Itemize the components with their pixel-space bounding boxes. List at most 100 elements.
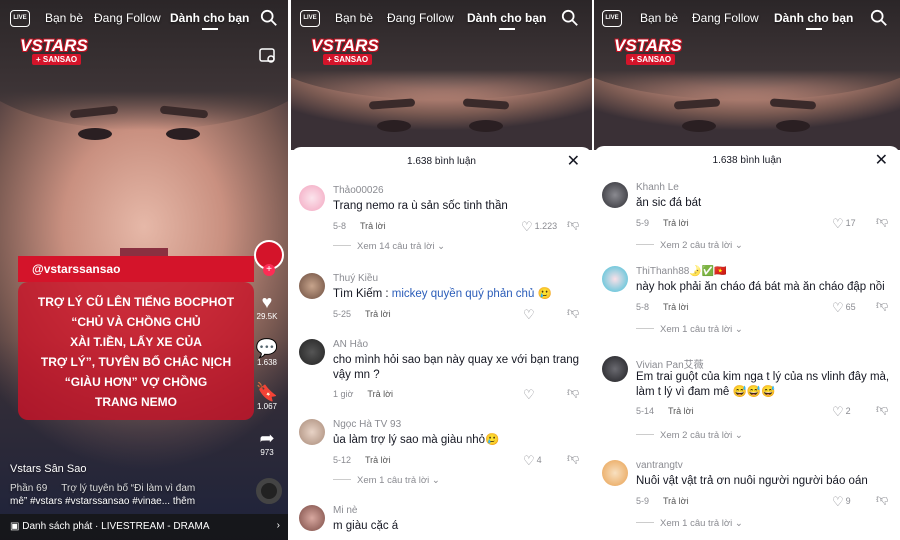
reply-button[interactable]: Trả lời [668,406,694,416]
caption-line: “CHỦ VÀ CHỒNG CHỦ [71,315,201,329]
avatar[interactable] [602,356,628,382]
like-button[interactable]: ♡ 17 [832,216,856,232]
comment-time: 5-9 [636,496,650,506]
avatar[interactable] [602,460,628,486]
view-replies-label: Xem 2 câu trả lời [660,430,733,441]
like-count: 29.5K [256,312,278,321]
share-button[interactable]: ➦ 973 [252,428,282,457]
avatar[interactable] [602,266,628,292]
view-replies-button[interactable]: Xem 1 câu trả lời ⌄ [333,475,440,486]
comment-count-title: 1.638 bình luận [407,156,476,167]
search-icon[interactable] [561,9,579,27]
tab-for-you[interactable]: Dành cho bạn [467,11,546,30]
comment-text: ăn sic đá bát [636,197,702,209]
like-button[interactable]: ♡ [523,387,537,403]
view-replies-button[interactable]: Xem 14 câu trả lời ⌄ [333,241,445,252]
view-replies-button[interactable]: Xem 2 câu trả lời ⌄ [636,430,743,441]
playlist-bar[interactable]: ▣ Danh sách phát · LIVESTREAM - DRAMA › [0,514,288,540]
reply-button[interactable]: Trả lời [663,218,689,228]
comment-button[interactable]: 💬 1.638 [252,338,282,367]
tab-for-you[interactable]: Dành cho bạn [170,11,249,30]
follow-plus-icon[interactable]: + [263,264,275,276]
video-panel-2[interactable]: LIVE Bạn bè Đang Follow Dành cho bạn VST… [291,0,592,540]
avatar[interactable] [299,273,325,299]
live-icon[interactable]: LIVE [10,10,30,27]
close-icon[interactable]: ✕ [567,151,580,171]
like-button[interactable]: ♡ 2 [832,404,851,420]
like-button[interactable]: ♥ 29.5K [252,292,282,321]
save-button[interactable]: 🔖 1.067 [252,382,282,411]
reply-button[interactable]: Trả lời [365,309,391,319]
author-name[interactable]: Vstars Sân Sao [10,463,86,475]
tab-following[interactable]: Đang Follow [94,11,161,25]
desc-line-2[interactable]: mê” #vstars #vstarssansao #vinae... thêm [10,496,195,507]
dislike-icon[interactable]: 👎︎ [876,492,888,507]
search-icon[interactable] [870,9,888,27]
reply-button[interactable]: Trả lời [365,455,391,465]
close-icon[interactable]: ✕ [875,150,888,170]
video-handle: @vstarssansao [18,256,254,282]
reply-button[interactable]: Trả lời [663,496,689,506]
avatar[interactable] [299,185,325,211]
tab-following[interactable]: Đang Follow [692,11,759,25]
comment-author[interactable]: Mi nè [333,505,357,516]
comment-author[interactable]: Vivian Pan艾薇 [636,356,704,371]
heart-outline-icon: ♡ [523,387,535,402]
avatar[interactable] [299,505,325,531]
live-icon[interactable]: LIVE [602,10,622,27]
reply-button[interactable]: Trả lời [360,221,386,231]
dislike-icon[interactable]: 👎︎ [567,385,579,400]
comment-author[interactable]: vantrangtv [636,460,683,471]
dislike-icon[interactable]: 👎︎ [876,214,888,229]
comment-time: 5-14 [636,406,655,416]
tab-friends[interactable]: Bạn bè [640,11,678,25]
avatar[interactable] [299,419,325,445]
heart-outline-icon: ♡ [832,216,844,231]
dislike-icon[interactable]: 👎︎ [567,451,579,466]
tab-friends[interactable]: Bạn bè [335,11,373,25]
search-suggestion-link[interactable]: mickey quyền quý phản chủ [392,288,535,300]
like-button[interactable]: ♡ 4 [523,453,542,469]
dislike-icon[interactable]: 👎︎ [876,298,888,313]
comment-count: 1.638 [256,358,278,367]
video-panel-1[interactable]: LIVE Bạn bè Đang Follow Dành cho bạn VST… [0,0,288,540]
reply-button[interactable]: Trả lời [367,389,393,399]
view-replies-button[interactable]: Xem 1 câu trả lời ⌄ [636,518,743,529]
like-button[interactable]: ♡ 9 [832,494,851,510]
like-button[interactable]: ♡ 65 [832,300,856,316]
tab-friends[interactable]: Bạn bè [45,11,83,25]
comment-author[interactable]: Thuý Kiều [333,273,378,284]
video-eye [166,128,200,140]
tab-following[interactable]: Đang Follow [387,11,454,25]
comment-sheet-header: 1.638 bình luận ✕ [291,147,592,177]
tab-for-you[interactable]: Dành cho bạn [774,11,853,30]
live-icon[interactable]: LIVE [300,10,320,27]
comment-author[interactable]: AN Hảo [333,339,368,350]
music-disc-icon[interactable] [256,478,282,504]
avatar[interactable] [602,182,628,208]
dislike-icon[interactable]: 👎︎ [567,305,579,320]
search-icon[interactable] [260,9,278,27]
view-replies-button[interactable]: Xem 1 câu trả lời ⌄ [636,324,743,335]
part-number: Phần 69 [10,483,48,494]
comment-author[interactable]: Khanh Le [636,182,679,193]
like-button[interactable]: ♡ 1.223 [521,219,557,235]
video-panel-3[interactable]: LIVE Bạn bè Đang Follow Dành cho bạn VST… [594,0,900,540]
comment-author[interactable]: Thảo00026 [333,185,384,196]
comment-count-title: 1.638 bình luận [712,155,782,166]
image-search-icon[interactable] [258,46,278,66]
avatar[interactable] [299,339,325,365]
video-eye [78,128,112,140]
comment-meta: 1 giờ Trả lời [333,389,393,399]
comment-author[interactable]: Ngọc Hà TV 93 [333,419,401,430]
view-replies-button[interactable]: Xem 2 câu trả lời ⌄ [636,240,743,251]
like-count: 9 [845,496,851,506]
dislike-icon[interactable]: 👎︎ [567,217,579,232]
comment-author[interactable]: ThiThanh88🌛✅🇻🇳 [636,266,727,277]
reply-button[interactable]: Trả lời [663,302,689,312]
part-label: Phần 69 Trợ lý tuyên bố “Đi làm vì đam [10,483,195,494]
video-brow [769,98,817,110]
dislike-icon[interactable]: 👎︎ [876,402,888,417]
like-button[interactable]: ♡ [523,307,537,323]
like-count: 2 [845,406,851,416]
